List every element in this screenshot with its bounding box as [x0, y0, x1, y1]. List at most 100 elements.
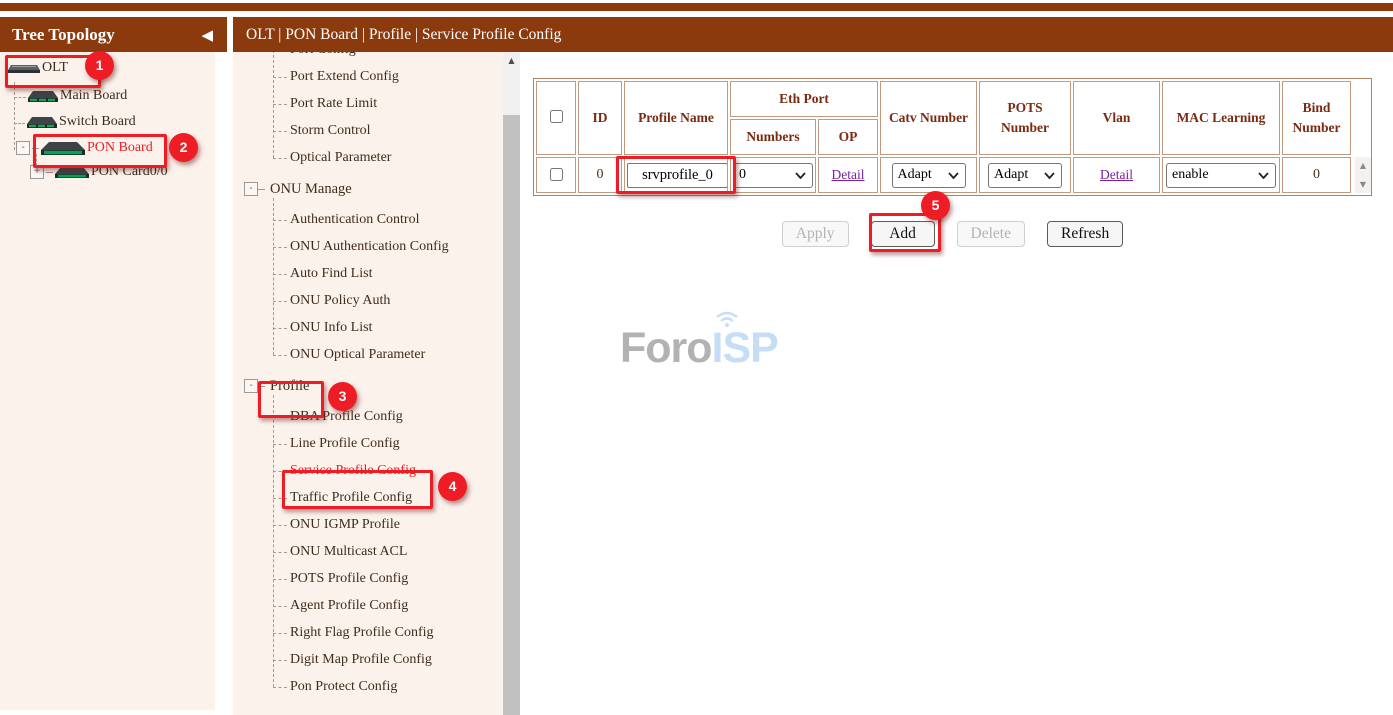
menu-item-pots-profile-config[interactable]: POTS Profile Config [233, 569, 503, 589]
card-device-icon [55, 166, 89, 179]
collapse-expander-icon[interactable]: - [244, 379, 258, 393]
col-header-mac-learning: MAC Learning [1162, 81, 1280, 155]
table-scrollbar[interactable]: ▲ ▼ [1355, 157, 1371, 193]
tree-connector [46, 172, 53, 173]
chevron-down-icon [1044, 172, 1055, 179]
menu-item-optical-parameter[interactable]: Optical Parameter [233, 148, 503, 168]
col-header-vlan: Vlan [1073, 81, 1160, 155]
menu-item-port-config[interactable]: Port Config [233, 52, 503, 60]
tree-connector [14, 82, 15, 150]
tree-connector [258, 386, 265, 387]
row-checkbox[interactable] [550, 168, 563, 181]
menu-item-authentication-control[interactable]: Authentication Control [233, 210, 503, 230]
breadcrumb: OLT | PON Board | Profile | Service Prof… [233, 17, 1393, 52]
add-button[interactable]: Add [871, 221, 935, 247]
tree-node-label: OLT [42, 60, 68, 76]
profile-name-input[interactable] [627, 163, 728, 188]
apply-button[interactable]: Apply [782, 221, 849, 247]
tree-node-label: PON Card0/0 [91, 164, 168, 180]
menu-item-onu-multicast-acl[interactable]: ONU Multicast ACL [233, 542, 503, 562]
table-row: 0 0 Detail Adapt [536, 157, 1351, 193]
tree-node-switch-board[interactable]: Switch Board [27, 114, 136, 130]
scroll-up-icon[interactable]: ▲ [503, 52, 520, 68]
foroisp-watermark: ForoISP [620, 324, 778, 373]
menu-item-line-profile-config[interactable]: Line Profile Config [233, 434, 503, 454]
catv-number-select[interactable]: Adapt [892, 163, 966, 188]
eth-numbers-select[interactable]: 0 [733, 163, 813, 188]
tree-panel-title: Tree Topology [12, 25, 115, 45]
board-device-icon [41, 140, 85, 156]
menu-section-onu-manage[interactable]: - ONU Manage [233, 178, 503, 200]
eth-op-detail-link[interactable]: Detail [832, 167, 865, 182]
menu-item-traffic-profile-config[interactable]: Traffic Profile Config [233, 488, 503, 508]
tree-node-pon-board[interactable]: - PON Board [16, 140, 153, 156]
delete-button[interactable]: Delete [957, 221, 1025, 247]
collapse-panel-icon[interactable]: ◀ [201, 26, 213, 44]
chevron-down-icon [795, 172, 806, 179]
col-header-eth-port: Eth Port [730, 81, 878, 117]
tree-topology-panel: OLT Main Board Switch Board - PON Board … [0, 52, 215, 710]
board-device-icon [28, 90, 58, 103]
menu-item-digit-map-profile-config[interactable]: Digit Map Profile Config [233, 650, 503, 670]
olt-device-icon [8, 62, 40, 74]
menu-item-onu-policy-auth[interactable]: ONU Policy Auth [233, 291, 503, 311]
mac-learning-select[interactable]: enable [1166, 163, 1276, 188]
row-bind-number: 0 [1282, 157, 1351, 193]
select-all-header [536, 81, 576, 155]
menu-item-auto-find-list[interactable]: Auto Find List [233, 264, 503, 284]
collapse-expander-icon[interactable]: - [244, 182, 258, 196]
menu-item-storm-control[interactable]: Storm Control [233, 121, 503, 141]
service-profile-table: ID Profile Name Eth Port Catv Number POT… [533, 78, 1372, 196]
menu-item-agent-profile-config[interactable]: Agent Profile Config [233, 596, 503, 616]
vlan-detail-link[interactable]: Detail [1100, 167, 1133, 182]
col-header-bind-number: Bind Number [1282, 81, 1351, 155]
tree-node-label: PON Board [87, 140, 153, 156]
pots-number-select[interactable]: Adapt [988, 163, 1062, 188]
chevron-down-icon [1258, 172, 1269, 179]
menu-section-profile[interactable]: - Profile [233, 375, 503, 397]
col-header-numbers: Numbers [730, 119, 816, 155]
tree-node-label: Switch Board [59, 114, 136, 130]
menu-item-dba-profile-config[interactable]: DBA Profile Config [233, 407, 503, 427]
col-header-catv-number: Catv Number [880, 81, 977, 155]
scroll-up-icon[interactable]: ▲ [1360, 161, 1366, 170]
menu-item-onu-igmp-profile[interactable]: ONU IGMP Profile [233, 515, 503, 535]
menu-item-onu-info-list[interactable]: ONU Info List [233, 318, 503, 338]
olt-web-ui: Tree Topology ◀ OLT | PON Board | Profil… [0, 0, 1393, 715]
select-all-checkbox[interactable] [550, 110, 563, 123]
expand-expander-icon[interactable]: + [30, 165, 44, 179]
breadcrumb-text: OLT | PON Board | Profile | Service Prof… [246, 26, 561, 44]
refresh-button[interactable]: Refresh [1047, 221, 1123, 247]
col-header-op: OP [818, 119, 878, 155]
action-buttons: Apply Add Delete Refresh [533, 221, 1372, 247]
col-header-pots-number: POTS Number [979, 81, 1071, 155]
top-strip [0, 3, 1393, 11]
board-device-icon [27, 116, 57, 129]
scrollbar-thumb[interactable] [503, 115, 520, 715]
tree-node-label: Main Board [60, 88, 127, 104]
menu-item-service-profile-config[interactable]: Service Profile Config [233, 461, 503, 481]
collapse-expander-icon[interactable]: - [16, 141, 30, 155]
tree-connector [32, 148, 39, 149]
tree-connector [258, 189, 265, 190]
menu-group-port: Port Config Port Extend Config Port Rate… [233, 52, 503, 168]
tree-node-pon-card[interactable]: + PON Card0/0 [30, 164, 168, 180]
scroll-down-icon[interactable]: ▼ [1360, 180, 1366, 189]
menu-scrollbar[interactable]: ▲ [503, 52, 520, 715]
col-header-profile-name: Profile Name [624, 81, 728, 155]
service-profile-content: ID Profile Name Eth Port Catv Number POT… [520, 52, 1393, 715]
tree-node-olt[interactable]: OLT [8, 60, 68, 76]
profile-table: ID Profile Name Eth Port Catv Number POT… [534, 79, 1353, 195]
menu-item-onu-optical-parameter[interactable]: ONU Optical Parameter [233, 345, 503, 365]
tree-connector [14, 97, 26, 98]
tree-node-main-board[interactable]: Main Board [28, 88, 127, 104]
menu-group-profile: DBA Profile Config Line Profile Config S… [233, 407, 503, 697]
menu-item-port-extend-config[interactable]: Port Extend Config [233, 67, 503, 87]
menu-item-right-flag-profile-config[interactable]: Right Flag Profile Config [233, 623, 503, 643]
menu-item-port-rate-limit[interactable]: Port Rate Limit [233, 94, 503, 114]
menu-item-onu-authentication-config[interactable]: ONU Authentication Config [233, 237, 503, 257]
tree-connector [14, 123, 25, 124]
row-id: 0 [578, 157, 622, 193]
menu-item-pon-protect-config[interactable]: Pon Protect Config [233, 677, 503, 697]
col-header-id: ID [578, 81, 622, 155]
